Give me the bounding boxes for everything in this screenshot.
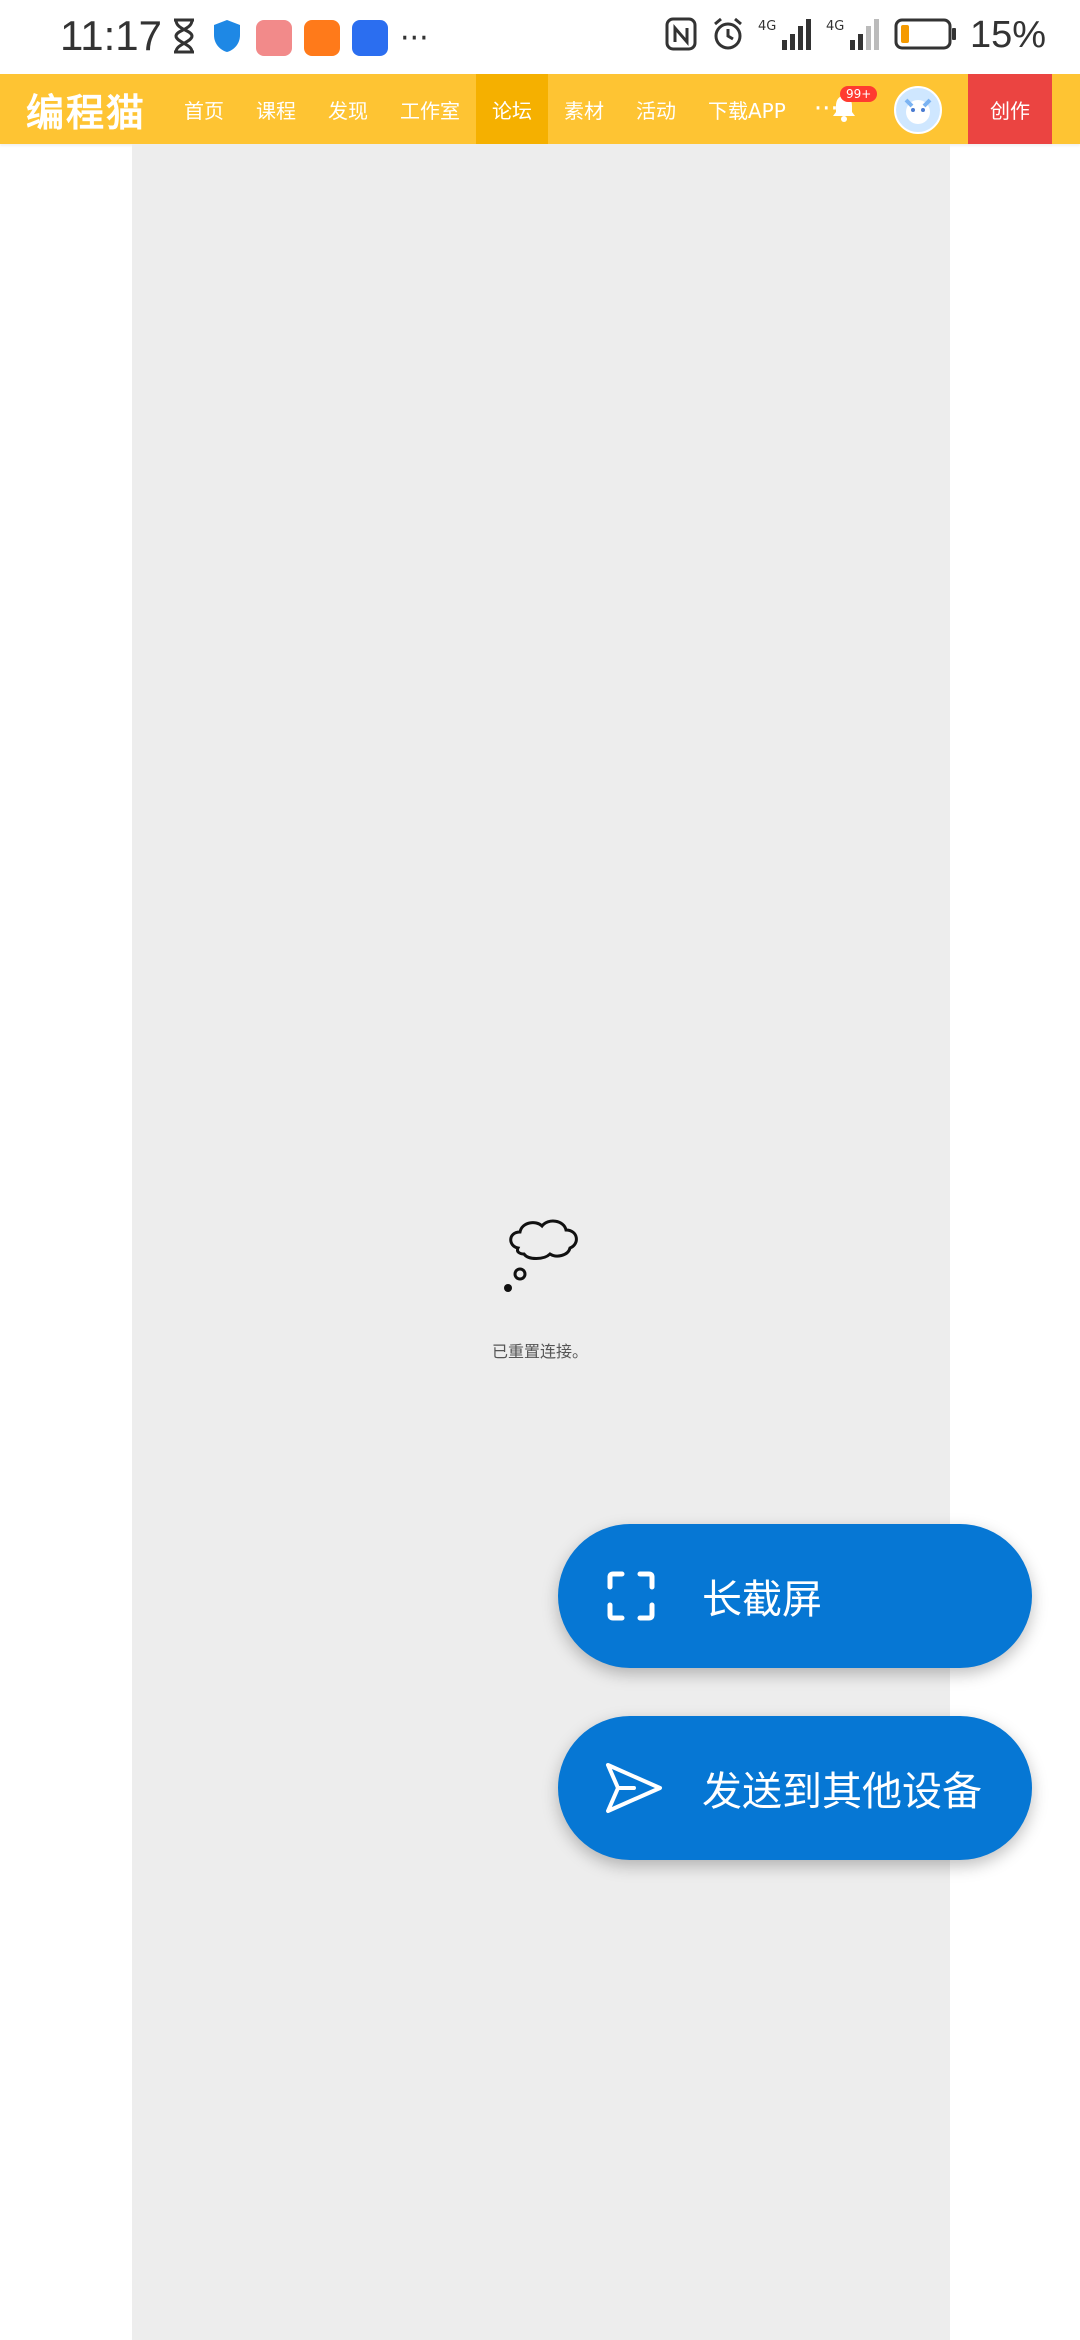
connection-reset-message: 已重置连接。 (491, 1342, 588, 1361)
nav-item-forum[interactable]: 论坛 (476, 74, 548, 144)
more-notifications-icon: ··· (400, 20, 429, 56)
video-app-icon (304, 20, 340, 56)
send-to-device-label: 发送到其他设备 (702, 1769, 982, 1815)
long-screenshot-label: 长截屏 (702, 1577, 822, 1623)
sync-app-icon (352, 20, 388, 56)
top-nav: 编程猫 首页 课程 发现 工作室 论坛 素材 活动 下载APP ··· 99+ … (0, 74, 1080, 144)
status-notification-icons: ··· (170, 18, 429, 58)
nav-item-materials[interactable]: 素材 (548, 74, 620, 144)
nav-item-courses[interactable]: 课程 (240, 74, 312, 144)
nav-item-events[interactable]: 活动 (620, 74, 692, 144)
nav-item-discover[interactable]: 发现 (312, 74, 384, 144)
send-to-device-button[interactable]: 发送到其他设备 (558, 1716, 1032, 1860)
signal-4g-icon-1: 4G (758, 16, 814, 56)
thought-cloud-icon (500, 1214, 590, 1298)
svg-text:4G: 4G (758, 19, 776, 34)
hourglass-icon (170, 18, 198, 58)
nav-item-home[interactable]: 首页 (168, 74, 240, 144)
nfc-icon (664, 16, 698, 56)
status-bar: 11:17 ··· 4G 4G 15% (0, 0, 1080, 74)
status-right: 4G 4G 15% (664, 14, 1046, 57)
battery-percent: 15% (969, 14, 1046, 56)
status-time: 11:17 (60, 12, 162, 59)
svg-text:4G: 4G (826, 19, 844, 34)
create-button[interactable]: 创作 (968, 74, 1052, 144)
signal-4g-icon-2: 4G (826, 16, 882, 56)
brand-logo[interactable]: 编程猫 (26, 82, 146, 137)
notification-badge: 99+ (840, 86, 878, 102)
scroll-capture-icon (604, 1569, 658, 1623)
store-app-icon (256, 20, 292, 56)
send-icon (604, 1761, 662, 1815)
shield-icon (210, 18, 244, 58)
long-screenshot-button[interactable]: 长截屏 (558, 1524, 1032, 1668)
nav-item-studio[interactable]: 工作室 (384, 74, 476, 144)
screen: 11:17 ··· 4G 4G 15% 编程猫 首页 课程 发现 工作室 论坛 … (0, 0, 1080, 2340)
battery-icon (894, 16, 958, 56)
avatar[interactable] (894, 86, 942, 134)
nav-item-download-app[interactable]: 下载APP (692, 74, 802, 144)
nav-items: 首页 课程 发现 工作室 论坛 素材 活动 下载APP ··· (168, 74, 851, 144)
alarm-icon (710, 16, 746, 56)
